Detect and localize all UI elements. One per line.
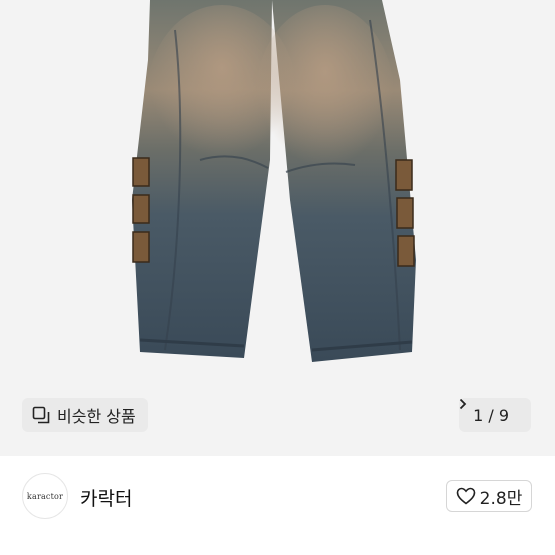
product-image[interactable]: 비슷한 상품 1 / 9 bbox=[0, 0, 555, 456]
similar-items-label: 비슷한 상품 bbox=[57, 407, 136, 426]
like-button[interactable]: 2.8만 bbox=[446, 480, 532, 512]
heart-outline-icon bbox=[456, 487, 475, 505]
similar-items-icon bbox=[32, 406, 50, 424]
seller-avatar[interactable]: karactor bbox=[22, 473, 68, 519]
like-count: 2.8만 bbox=[479, 488, 523, 509]
image-pager[interactable]: 1 / 9 bbox=[459, 398, 531, 432]
pager-label: 1 / 9 bbox=[473, 405, 509, 425]
similar-items-button[interactable]: 비슷한 상품 bbox=[22, 398, 148, 432]
jeans-photo bbox=[132, 0, 416, 362]
seller-name[interactable]: 카락터 bbox=[80, 484, 132, 511]
seller-avatar-text: karactor bbox=[26, 491, 64, 501]
